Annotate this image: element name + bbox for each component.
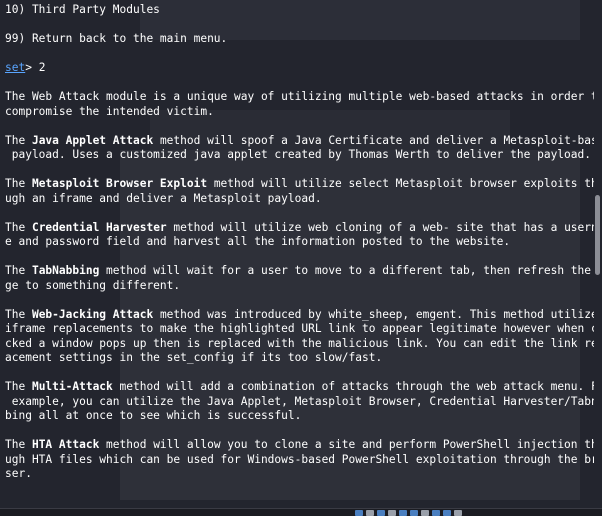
java-applet-title: Java Applet Attack	[31, 133, 154, 147]
tabnabbing-paragraph: The TabNabbing method will wait for a us…	[5, 264, 602, 292]
tray-app-icon[interactable]	[421, 510, 429, 516]
browser-exploit-paragraph: The Metasploit Browser Exploit method wi…	[5, 177, 602, 205]
tray-app-icon[interactable]	[388, 510, 396, 516]
menu-item-return: 99) Return back to the main menu.	[5, 32, 228, 45]
credential-harvester-paragraph: The Credential Harvester method will uti…	[5, 220, 602, 249]
intro-paragraph: The Web Attack module is a unique way of…	[5, 90, 602, 119]
web-jacking-title: Web-Jacking Attack	[31, 307, 154, 321]
intro-line: compromise the intended victim.	[5, 104, 214, 118]
prompt-label: set	[5, 61, 26, 74]
tray-app-icon[interactable]	[355, 510, 363, 516]
tray-app-icon[interactable]	[432, 510, 440, 516]
browser-exploit-title: Metasploit Browser Exploit	[31, 177, 208, 190]
tray-app-icon[interactable]	[410, 510, 418, 516]
scrollbar-thumb[interactable]	[595, 195, 600, 275]
terminal-window[interactable]: 10) Third Party Modules 99) Return back …	[0, 0, 602, 508]
system-tray	[355, 510, 462, 516]
multi-attack-paragraph: The Multi-Attack method will add a combi…	[5, 380, 602, 422]
hta-attack-paragraph: The HTA Attack method will allow you to …	[5, 438, 602, 480]
multi-attack-title: Multi-Attack	[31, 380, 113, 393]
command-prompt[interactable]: set> 2	[5, 61, 591, 76]
terminal-output: 10) Third Party Modules 99) Return back …	[5, 3, 602, 482]
tabnabbing-title: TabNabbing	[31, 264, 100, 277]
web-jacking-paragraph: The Web-Jacking Attack method was introd…	[5, 307, 602, 365]
terminal-scrollbar[interactable]	[594, 0, 602, 508]
tray-app-icon[interactable]	[443, 510, 451, 516]
tray-app-icon[interactable]	[377, 510, 385, 516]
tray-app-icon[interactable]	[399, 510, 407, 516]
java-applet-paragraph: The Java Applet Attack method will spoof…	[5, 133, 602, 162]
menu-item-third-party: 10) Third Party Modules	[5, 3, 160, 16]
hta-attack-title: HTA Attack	[31, 438, 100, 451]
tray-app-icon[interactable]	[454, 510, 462, 516]
prompt-input: > 2	[25, 61, 46, 74]
intro-line: The Web Attack module is a unique way of…	[5, 90, 602, 103]
credential-harvester-title: Credential Harvester	[31, 220, 167, 234]
tray-app-icon[interactable]	[366, 510, 374, 516]
